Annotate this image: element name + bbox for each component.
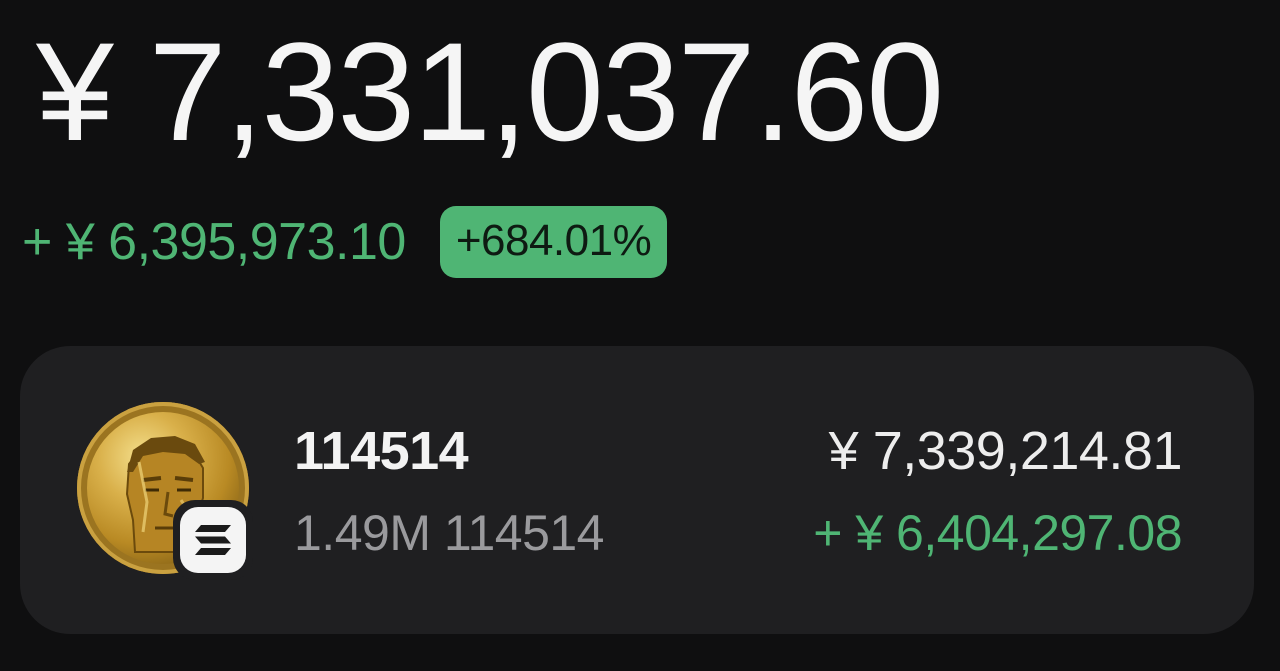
chain-badge xyxy=(173,500,253,580)
token-card[interactable]: 114514 1.49M 114514 ¥ 7,339,214.81 + ¥ 6… xyxy=(20,346,1254,634)
token-value: ¥ 7,339,214.81 xyxy=(828,421,1183,481)
total-balance: ¥ 7,331,037.60 xyxy=(36,13,944,170)
solana-glyph xyxy=(195,525,231,555)
solana-icon xyxy=(180,507,246,573)
portfolio-change-row: + ¥ 6,395,973.10 +684.01% xyxy=(22,206,668,278)
token-change: + ¥ 6,404,297.08 xyxy=(813,505,1182,561)
portfolio-change-percent-badge: +684.01% xyxy=(439,206,668,278)
portfolio-change-amount: + ¥ 6,395,973.10 xyxy=(22,213,406,271)
token-holdings: 1.49M 114514 xyxy=(294,505,605,561)
token-avatar-group xyxy=(77,402,253,580)
token-name: 114514 xyxy=(294,421,469,481)
